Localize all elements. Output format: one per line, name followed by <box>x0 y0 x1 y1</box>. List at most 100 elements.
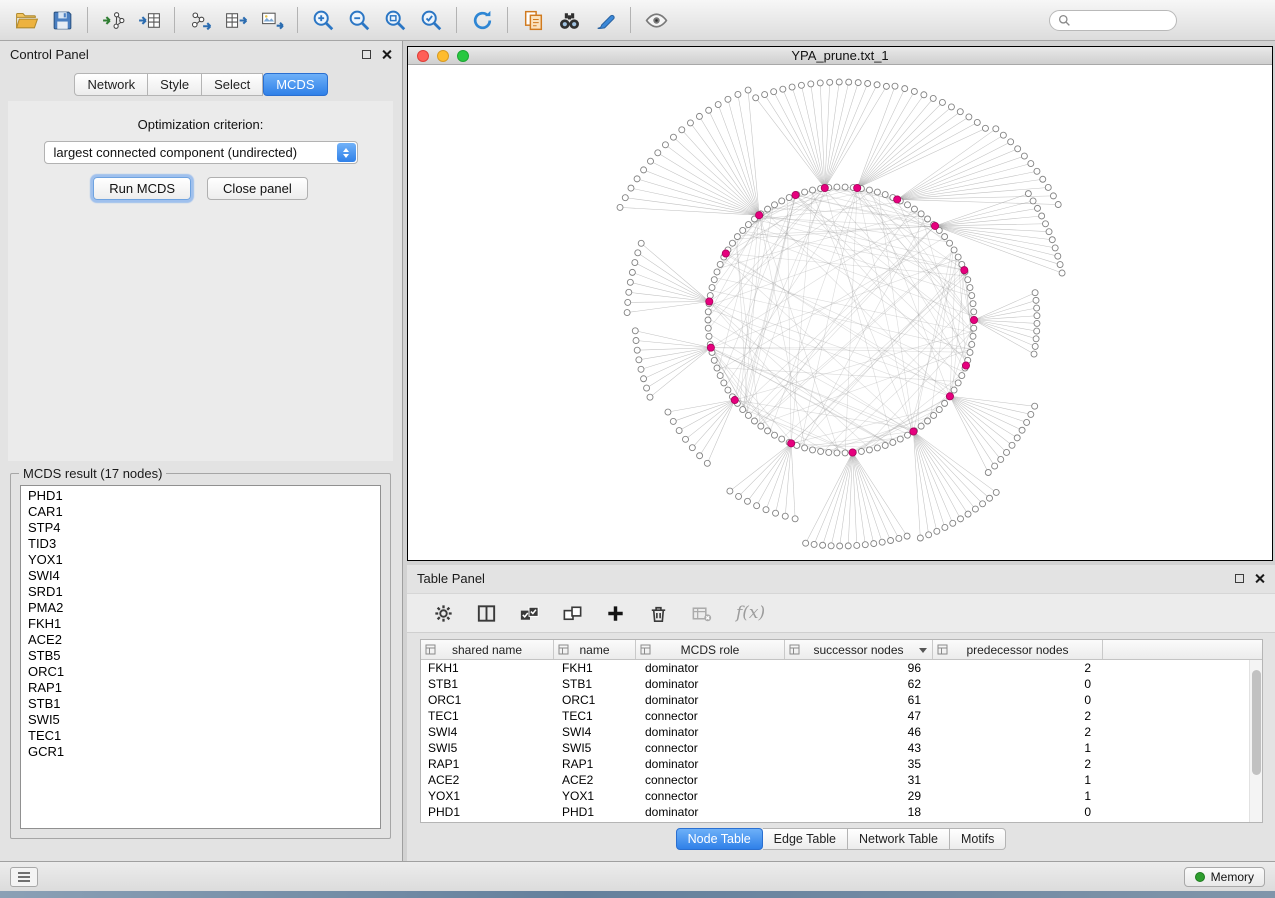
table-cell[interactable]: FKH1 <box>421 661 554 675</box>
window-zoom-button[interactable] <box>457 50 469 62</box>
table-cell[interactable]: connector <box>636 741 785 755</box>
table-cell[interactable]: 0 <box>933 677 1103 691</box>
tab-edge-table[interactable]: Edge Table <box>763 828 848 850</box>
tab-node-table[interactable]: Node Table <box>676 828 763 850</box>
table-cell[interactable]: RAP1 <box>421 757 554 771</box>
mcds-result-item[interactable]: RAP1 <box>21 680 380 696</box>
table-cell[interactable]: SWI5 <box>421 741 554 755</box>
mcds-result-item[interactable]: SWI4 <box>21 568 380 584</box>
find-button[interactable] <box>553 4 585 36</box>
close-panel-button[interactable]: Close panel <box>207 177 308 200</box>
table-cell[interactable]: 1 <box>933 789 1103 803</box>
memory-button[interactable]: Memory <box>1184 867 1265 887</box>
deselect-all-button[interactable] <box>556 597 588 629</box>
table-cell[interactable]: ORC1 <box>554 693 636 707</box>
close-panel-icon[interactable] <box>1254 573 1265 584</box>
mcds-result-item[interactable]: STP4 <box>21 520 380 536</box>
table-cell[interactable]: 47 <box>785 709 933 723</box>
float-panel-icon[interactable] <box>362 50 371 59</box>
column-header-mcds-role[interactable]: MCDS role <box>636 640 785 659</box>
mcds-result-item[interactable]: SWI5 <box>21 712 380 728</box>
table-cell[interactable]: YOX1 <box>421 789 554 803</box>
tab-style[interactable]: Style <box>148 73 202 96</box>
table-cell[interactable]: dominator <box>636 725 785 739</box>
export-table-button[interactable] <box>220 4 252 36</box>
column-menu-caret-icon[interactable] <box>919 648 927 653</box>
table-cell[interactable]: PHD1 <box>554 805 636 819</box>
mcds-result-item[interactable]: TID3 <box>21 536 380 552</box>
mcds-result-item[interactable]: PMA2 <box>21 600 380 616</box>
open-file-button[interactable] <box>10 4 42 36</box>
table-cell[interactable]: SWI4 <box>421 725 554 739</box>
mcds-result-item[interactable]: GCR1 <box>21 744 380 760</box>
table-cell[interactable]: TEC1 <box>421 709 554 723</box>
add-column-button[interactable] <box>599 597 631 629</box>
mcds-result-item[interactable]: TEC1 <box>21 728 380 744</box>
apply-layout-button[interactable] <box>466 4 498 36</box>
panel-menu-button[interactable] <box>10 867 38 887</box>
table-row[interactable]: TEC1TEC1connector472 <box>421 708 1262 724</box>
network-canvas[interactable] <box>408 65 1272 559</box>
table-cell[interactable]: STB1 <box>421 677 554 691</box>
mcds-result-item[interactable]: STB5 <box>21 648 380 664</box>
zoom-fit-button[interactable] <box>379 4 411 36</box>
table-row[interactable]: ORC1ORC1dominator610 <box>421 692 1262 708</box>
column-header-name[interactable]: name <box>554 640 636 659</box>
table-cell[interactable]: ORC1 <box>421 693 554 707</box>
mcds-result-item[interactable]: CAR1 <box>21 504 380 520</box>
table-row[interactable]: ACE2ACE2connector311 <box>421 772 1262 788</box>
zoom-out-button[interactable] <box>343 4 375 36</box>
table-cell[interactable]: TEC1 <box>554 709 636 723</box>
table-cell[interactable]: dominator <box>636 805 785 819</box>
tab-motifs[interactable]: Motifs <box>950 828 1006 850</box>
export-network-button[interactable] <box>184 4 216 36</box>
table-cell[interactable]: 18 <box>785 805 933 819</box>
show-hide-button[interactable] <box>640 4 672 36</box>
table-cell[interactable]: 62 <box>785 677 933 691</box>
table-cell[interactable]: 43 <box>785 741 933 755</box>
delete-column-button[interactable] <box>642 597 674 629</box>
table-cell[interactable]: dominator <box>636 677 785 691</box>
table-scrollbar[interactable] <box>1249 660 1262 822</box>
mcds-result-item[interactable]: YOX1 <box>21 552 380 568</box>
zoom-selected-button[interactable] <box>415 4 447 36</box>
style-button[interactable] <box>589 4 621 36</box>
mcds-result-item[interactable]: ACE2 <box>21 632 380 648</box>
close-panel-icon[interactable] <box>381 49 392 60</box>
column-header-successor-nodes[interactable]: successor nodes <box>785 640 933 659</box>
table-cell[interactable]: YOX1 <box>554 789 636 803</box>
table-cell[interactable]: 2 <box>933 725 1103 739</box>
table-cell[interactable]: 1 <box>933 741 1103 755</box>
table-cell[interactable]: SWI4 <box>554 725 636 739</box>
show-columns-button[interactable] <box>470 597 502 629</box>
table-cell[interactable]: 0 <box>933 805 1103 819</box>
table-cell[interactable]: ACE2 <box>554 773 636 787</box>
import-table-button[interactable] <box>133 4 165 36</box>
save-session-button[interactable] <box>46 4 78 36</box>
table-cell[interactable]: 46 <box>785 725 933 739</box>
clone-network-button[interactable] <box>517 4 549 36</box>
float-panel-icon[interactable] <box>1235 574 1244 583</box>
table-cell[interactable]: 31 <box>785 773 933 787</box>
table-cell[interactable]: ACE2 <box>421 773 554 787</box>
mcds-result-item[interactable]: FKH1 <box>21 616 380 632</box>
table-cell[interactable]: 35 <box>785 757 933 771</box>
table-row[interactable]: STB1STB1dominator620 <box>421 676 1262 692</box>
table-row[interactable]: PHD1PHD1dominator180 <box>421 804 1262 820</box>
table-row[interactable]: RAP1RAP1dominator352 <box>421 756 1262 772</box>
window-minimize-button[interactable] <box>437 50 449 62</box>
table-row[interactable]: FKH1FKH1dominator962 <box>421 660 1262 676</box>
table-cell[interactable]: dominator <box>636 693 785 707</box>
mcds-result-list[interactable]: PHD1CAR1STP4TID3YOX1SWI4SRD1PMA2FKH1ACE2… <box>20 485 381 829</box>
table-row[interactable]: SWI4SWI4dominator462 <box>421 724 1262 740</box>
import-network-button[interactable] <box>97 4 129 36</box>
table-row[interactable]: SWI5SWI5connector431 <box>421 740 1262 756</box>
table-cell[interactable]: connector <box>636 789 785 803</box>
window-close-button[interactable] <box>417 50 429 62</box>
table-cell[interactable]: connector <box>636 773 785 787</box>
table-cell[interactable]: 2 <box>933 709 1103 723</box>
table-cell[interactable]: 0 <box>933 693 1103 707</box>
table-settings-button[interactable] <box>427 597 459 629</box>
mcds-result-item[interactable]: ORC1 <box>21 664 380 680</box>
table-cell[interactable]: dominator <box>636 661 785 675</box>
